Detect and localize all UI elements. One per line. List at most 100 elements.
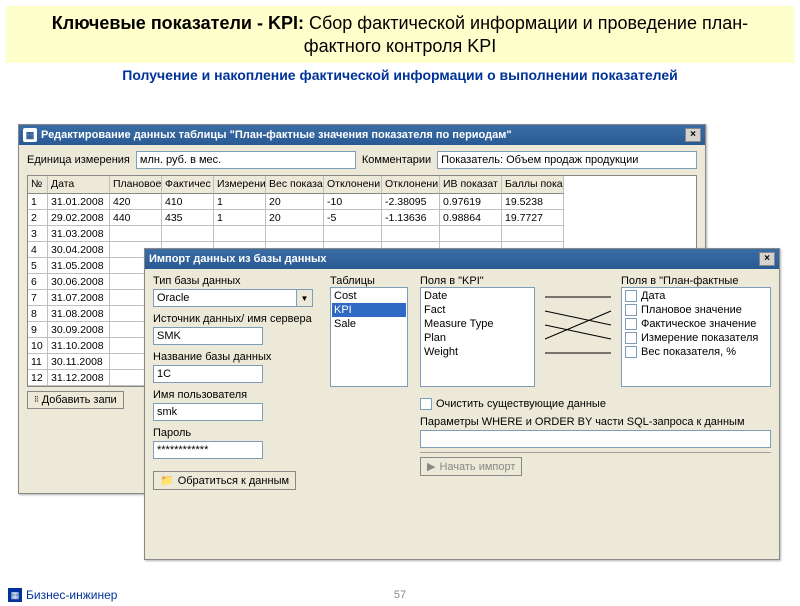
table-header-cell[interactable]: Фактичес	[162, 176, 214, 194]
table-cell[interactable]: 31.08.2008	[48, 306, 110, 322]
list-item[interactable]: Плановое значение	[623, 303, 769, 317]
table-cell[interactable]: 0.97619	[440, 194, 502, 210]
table-header-cell[interactable]: Вес показа	[266, 176, 324, 194]
table-cell[interactable]: 30.09.2008	[48, 322, 110, 338]
table-cell[interactable]	[214, 226, 266, 242]
unit-input[interactable]	[136, 151, 356, 169]
tables-listbox[interactable]: CostKPISale	[330, 287, 408, 387]
table-cell[interactable]	[162, 226, 214, 242]
field-checkbox[interactable]	[625, 304, 637, 316]
table-cell[interactable]: 31.10.2008	[48, 338, 110, 354]
comment-input[interactable]	[437, 151, 697, 169]
table-cell[interactable]: -10	[324, 194, 382, 210]
table-cell[interactable]: 4	[28, 242, 48, 258]
field-checkbox[interactable]	[625, 290, 637, 302]
table-cell[interactable]: -1.13636	[382, 210, 440, 226]
table-header-cell[interactable]: Дата	[48, 176, 110, 194]
field-checkbox[interactable]	[625, 332, 637, 344]
field-checkbox[interactable]	[625, 318, 637, 330]
table-cell[interactable]: 19.5238	[502, 194, 564, 210]
close-icon[interactable]: ×	[685, 128, 701, 142]
table-cell[interactable]: 31.12.2008	[48, 370, 110, 386]
table-cell[interactable]: 3	[28, 226, 48, 242]
table-cell[interactable]: 1	[214, 194, 266, 210]
table-cell[interactable]: 31.05.2008	[48, 258, 110, 274]
list-item[interactable]: Фактическое значение	[623, 317, 769, 331]
table-cell[interactable]: 12	[28, 370, 48, 386]
list-item[interactable]: Fact	[422, 303, 533, 317]
titlebar-1[interactable]: ▦ Редактирование данных таблицы "План-фа…	[19, 125, 705, 145]
target-fields-listbox[interactable]: ДатаПлановое значениеФактическое значени…	[621, 287, 771, 387]
clear-data-checkbox[interactable]	[420, 398, 432, 410]
start-import-button[interactable]: ▶ Начать импорт	[420, 457, 522, 476]
table-header-cell[interactable]: Отклонени	[324, 176, 382, 194]
table-cell[interactable]: 19.7727	[502, 210, 564, 226]
table-cell[interactable]: 11	[28, 354, 48, 370]
table-cell[interactable]: 29.02.2008	[48, 210, 110, 226]
table-cell[interactable]: 30.06.2008	[48, 274, 110, 290]
list-item[interactable]: Измерение показателя	[623, 331, 769, 345]
list-item[interactable]: Вес показателя, %	[623, 345, 769, 359]
table-cell[interactable]	[382, 226, 440, 242]
table-cell[interactable]: 31.01.2008	[48, 194, 110, 210]
table-header-cell[interactable]: Плановое	[110, 176, 162, 194]
table-cell[interactable]: 2	[28, 210, 48, 226]
table-cell[interactable]: 10	[28, 338, 48, 354]
list-item[interactable]: Weight	[422, 345, 533, 359]
table-cell[interactable]: 20	[266, 194, 324, 210]
table-cell[interactable]	[502, 226, 564, 242]
list-item[interactable]: Sale	[332, 317, 406, 331]
kpi-fields-listbox[interactable]: DateFactMeasure TypePlanWeight	[420, 287, 535, 387]
table-cell[interactable]: 435	[162, 210, 214, 226]
add-record-button[interactable]: ⁝⁝ Добавить запи	[27, 391, 124, 409]
table-cell[interactable]: 8	[28, 306, 48, 322]
where-input[interactable]	[420, 430, 771, 448]
field-checkbox[interactable]	[625, 346, 637, 358]
table-header-cell[interactable]: Отклонени	[382, 176, 440, 194]
table-cell[interactable]	[266, 226, 324, 242]
titlebar-2[interactable]: Импорт данных из базы данных ×	[145, 249, 779, 269]
close-icon[interactable]: ×	[759, 252, 775, 266]
table-cell[interactable]	[110, 226, 162, 242]
list-item[interactable]: KPI	[332, 303, 406, 317]
datasource-input[interactable]	[153, 327, 263, 345]
table-cell[interactable]: 420	[110, 194, 162, 210]
table-header-cell[interactable]: ИВ показат	[440, 176, 502, 194]
table-header-cell[interactable]: Измерени	[214, 176, 266, 194]
table-header-cell[interactable]: Баллы пока	[502, 176, 564, 194]
table-cell[interactable]: 440	[110, 210, 162, 226]
table-row[interactable]: 229.02.2008440435120-5-1.136360.9886419.…	[28, 210, 696, 226]
table-cell[interactable]: 5	[28, 258, 48, 274]
list-item[interactable]: Plan	[422, 331, 533, 345]
list-item[interactable]: Date	[422, 289, 533, 303]
username-input[interactable]	[153, 403, 263, 421]
table-cell[interactable]: 1	[28, 194, 48, 210]
table-row[interactable]: 131.01.2008420410120-10-2.380950.9761919…	[28, 194, 696, 210]
table-cell[interactable]: -2.38095	[382, 194, 440, 210]
table-cell[interactable]: 0.98864	[440, 210, 502, 226]
table-cell[interactable]	[440, 226, 502, 242]
table-cell[interactable]: 30.11.2008	[48, 354, 110, 370]
table-cell[interactable]: 20	[266, 210, 324, 226]
table-cell[interactable]: 30.04.2008	[48, 242, 110, 258]
table-cell[interactable]: 410	[162, 194, 214, 210]
table-cell[interactable]: 9	[28, 322, 48, 338]
table-cell[interactable]: 1	[214, 210, 266, 226]
connect-button[interactable]: 📁 Обратиться к данным	[153, 471, 296, 490]
table-cell[interactable]: 31.07.2008	[48, 290, 110, 306]
table-cell[interactable]: 31.03.2008	[48, 226, 110, 242]
chevron-down-icon[interactable]: ▼	[297, 289, 313, 307]
table-cell[interactable]: 6	[28, 274, 48, 290]
table-header-cell[interactable]: №	[28, 176, 48, 194]
list-item[interactable]: Дата	[623, 289, 769, 303]
table-cell[interactable]	[324, 226, 382, 242]
list-item[interactable]: Cost	[332, 289, 406, 303]
list-item[interactable]: Measure Type	[422, 317, 533, 331]
table-cell[interactable]: -5	[324, 210, 382, 226]
db-type-value[interactable]	[153, 289, 297, 307]
table-row[interactable]: 331.03.2008	[28, 226, 696, 242]
password-input[interactable]	[153, 441, 263, 459]
dbname-input[interactable]	[153, 365, 263, 383]
table-cell[interactable]: 7	[28, 290, 48, 306]
db-type-dropdown[interactable]: ▼	[153, 289, 318, 307]
